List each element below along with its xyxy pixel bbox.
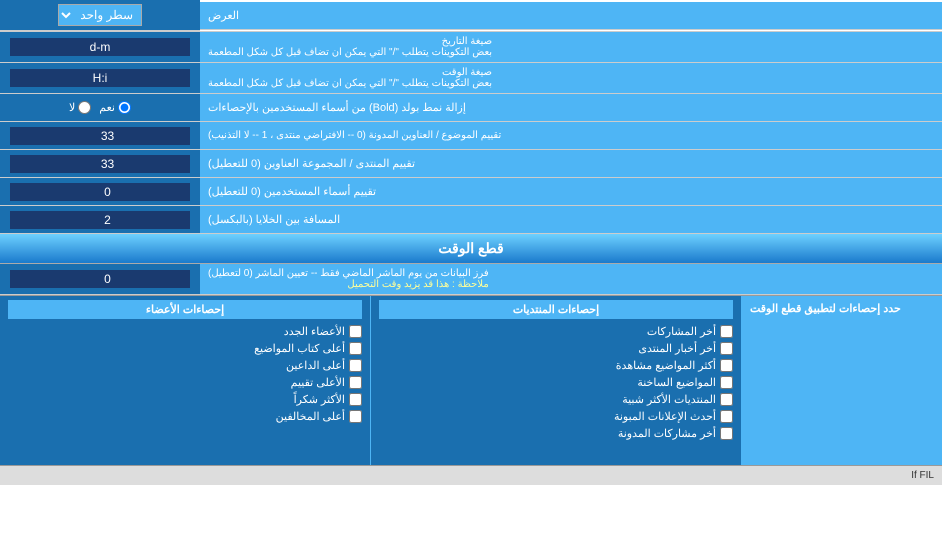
members-stats-header: إحصاءات الأعضاء <box>8 300 362 319</box>
forum-rating-input[interactable] <box>10 155 190 173</box>
time-section-title: قطع الوقت <box>438 240 503 256</box>
gap-input-cell <box>0 206 200 233</box>
display-row: العرض سطر واحد سطرين ثلاثة أسطر <box>0 0 942 32</box>
cb-most-similar: المنتديات الأكثر شبية <box>379 391 733 408</box>
time-section-header-row: قطع الوقت <box>0 234 942 264</box>
cb-last-news: أخر أخبار المنتدى <box>379 340 733 357</box>
cb-hot-topics: المواضيع الساخنة <box>379 374 733 391</box>
cb-most-similar-check[interactable] <box>720 393 733 406</box>
bold-radio-cell: نعم لا <box>0 94 200 121</box>
cb-latest-ads-check[interactable] <box>720 410 733 423</box>
sort-data-row: فرز البيانات من يوم الماشر الماضي فقط --… <box>0 264 942 295</box>
cb-top-rated: الأعلى تقييم <box>8 374 362 391</box>
cb-most-thanked-check[interactable] <box>349 393 362 406</box>
bottom-note: If FIL <box>0 465 942 485</box>
cb-last-blog: أخر مشاركات المدونة <box>379 425 733 442</box>
cb-last-news-check[interactable] <box>720 342 733 355</box>
bold-yes-radio[interactable] <box>118 101 131 114</box>
cb-top-writers: أعلى كتاب المواضيع <box>8 340 362 357</box>
users-rating-row: تقييم أسماء المستخدمين (0 للتعطيل) <box>0 178 942 206</box>
sort-data-label: فرز البيانات من يوم الماشر الماضي فقط --… <box>200 264 942 294</box>
cb-top-violators-check[interactable] <box>349 410 362 423</box>
sort-data-input[interactable] <box>10 270 190 288</box>
forum-rating-label: تقييم المنتدى / المجموعة العناوين (0 للت… <box>200 150 942 177</box>
cb-new-members-check[interactable] <box>349 325 362 338</box>
stats-apply-label: حدد إحصاءات لتطبيق قطع الوقت <box>742 296 942 465</box>
date-format-label: صيغة التاريخبعض التكوينات يتطلب "/" التي… <box>200 32 942 62</box>
cb-latest-ads: أحدث الإعلانات المبونة <box>379 408 733 425</box>
gap-input[interactable] <box>10 211 190 229</box>
topic-rating-label: تقييم الموضوع / العناوين المدونة (0 -- ا… <box>200 122 942 149</box>
date-format-input-cell <box>0 32 200 62</box>
time-format-input-cell <box>0 63 200 93</box>
time-format-input[interactable] <box>10 69 190 87</box>
cb-most-viewed-check[interactable] <box>720 359 733 372</box>
users-rating-label: تقييم أسماء المستخدمين (0 للتعطيل) <box>200 178 942 205</box>
display-label: العرض <box>200 2 942 30</box>
forum-rating-input-cell <box>0 150 200 177</box>
topic-rating-input-cell <box>0 122 200 149</box>
cb-hot-topics-check[interactable] <box>720 376 733 389</box>
cb-most-viewed: أكثر المواضيع مشاهدة <box>379 357 733 374</box>
forum-rating-row: تقييم المنتدى / المجموعة العناوين (0 للت… <box>0 150 942 178</box>
display-select[interactable]: سطر واحد سطرين ثلاثة أسطر <box>58 4 142 26</box>
gap-label: المسافة بين الخلايا (بالبكسل) <box>200 206 942 233</box>
cb-last-posts-check[interactable] <box>720 325 733 338</box>
members-stats-col: إحصاءات الأعضاء الأعضاء الجدد أعلى كتاب … <box>0 296 371 465</box>
bold-no-radio[interactable] <box>78 101 91 114</box>
bold-no-label[interactable]: لا <box>69 101 91 114</box>
cb-top-violators: أعلى المخالفين <box>8 408 362 425</box>
users-rating-input-cell <box>0 178 200 205</box>
forum-stats-header: إحصاءات المنتديات <box>379 300 733 319</box>
gap-row: المسافة بين الخلايا (بالبكسل) <box>0 206 942 234</box>
cb-most-thanked: الأكثر شكراً <box>8 391 362 408</box>
cb-top-inviters-check[interactable] <box>349 359 362 372</box>
sort-data-input-cell <box>0 264 200 294</box>
cb-last-posts: أخر المشاركات <box>379 323 733 340</box>
cb-last-blog-check[interactable] <box>720 427 733 440</box>
bold-label: إزالة نمط بولد (Bold) من أسماء المستخدمي… <box>200 94 942 121</box>
topic-rating-input[interactable] <box>10 127 190 145</box>
bold-yes-label[interactable]: نعم <box>99 101 131 114</box>
cb-top-writers-check[interactable] <box>349 342 362 355</box>
display-select-cell: سطر واحد سطرين ثلاثة أسطر <box>0 0 200 31</box>
bold-row: إزالة نمط بولد (Bold) من أسماء المستخدمي… <box>0 94 942 122</box>
cb-new-members: الأعضاء الجدد <box>8 323 362 340</box>
date-format-row: صيغة التاريخبعض التكوينات يتطلب "/" التي… <box>0 32 942 63</box>
date-format-input[interactable] <box>10 38 190 56</box>
cb-top-inviters: أعلى الداعين <box>8 357 362 374</box>
time-format-row: صيغة الوقتبعض التكوينات يتطلب "/" التي ي… <box>0 63 942 94</box>
topic-rating-row: تقييم الموضوع / العناوين المدونة (0 -- ا… <box>0 122 942 150</box>
checkboxes-area: حدد إحصاءات لتطبيق قطع الوقت إحصاءات الم… <box>0 295 942 465</box>
cb-top-rated-check[interactable] <box>349 376 362 389</box>
users-rating-input[interactable] <box>10 183 190 201</box>
forum-stats-col: إحصاءات المنتديات أخر المشاركات أخر أخبا… <box>371 296 742 465</box>
time-format-label: صيغة الوقتبعض التكوينات يتطلب "/" التي ي… <box>200 63 942 93</box>
main-container: العرض سطر واحد سطرين ثلاثة أسطر صيغة الت… <box>0 0 942 485</box>
